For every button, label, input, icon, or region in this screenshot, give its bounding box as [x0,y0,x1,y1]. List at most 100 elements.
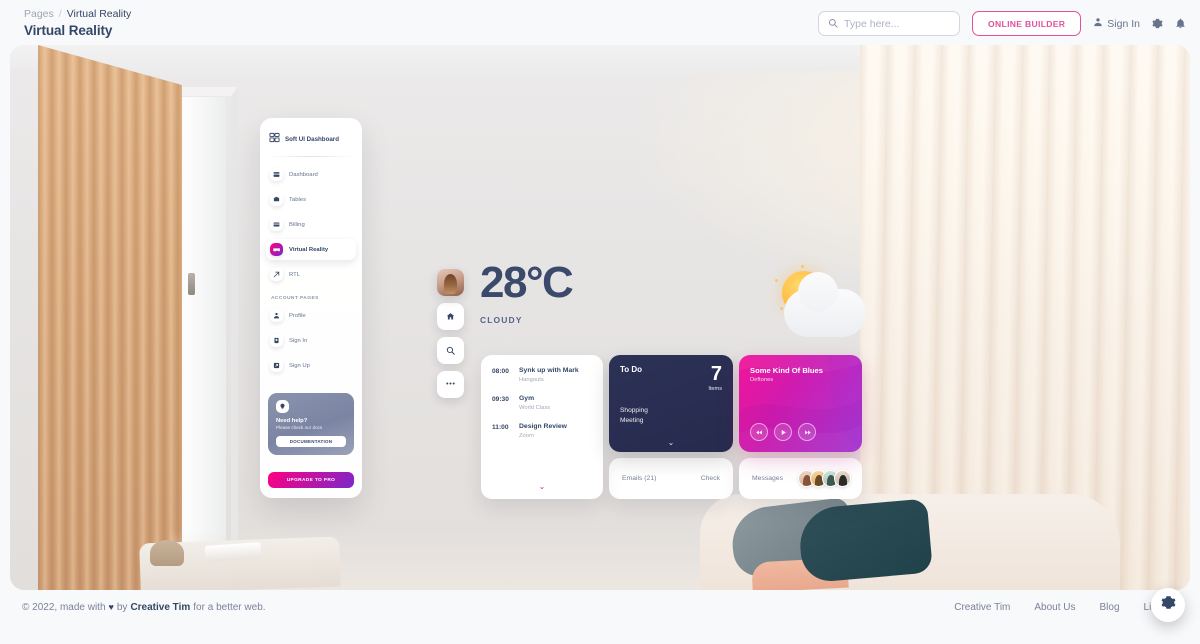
schedule-expand-chevron-down-icon[interactable]: ⌄ [481,482,603,491]
sidebar-label-virtual-reality: Virtual Reality [289,246,329,253]
sign-in-label: Sign In [1107,17,1140,30]
avatar[interactable] [437,269,464,296]
breadcrumb: Pages / Virtual Reality Virtual Reality [24,8,131,38]
footer-link-creative-tim[interactable]: Creative Tim [954,602,1010,613]
schedule-title: Gym [519,395,535,403]
sidebar-section-account-pages: ACCOUNT PAGES [271,296,319,301]
schedule-item[interactable]: 09:30 Gym World Class [492,395,593,411]
footer-by: by [116,601,128,613]
vr-scene-stage: Soft UI Dashboard Dashboard Tables Billi… [10,45,1190,590]
profile-icon [270,309,283,322]
avatar[interactable] [834,470,851,487]
rtl-icon [270,268,283,281]
sidebar-item-profile[interactable]: Profile [266,305,356,326]
prev-icon[interactable] [750,423,768,441]
footer: © 2022, made with ♥ by Creative Tim for … [0,590,1200,624]
music-track-title: Some Kind Of Blues [750,366,823,375]
billing-icon [270,218,283,231]
footer-copyright: © 2022, made with ♥ by Creative Tim for … [22,602,266,613]
signin-icon [270,334,283,347]
background-door-handle [188,273,195,295]
music-artist: Deftones [750,377,774,383]
user-icon [1093,17,1103,30]
schedule-item[interactable]: 11:00 Design Review Zoom [492,423,593,439]
vr-action-rail [437,269,464,398]
lightbulb-icon [276,400,289,413]
tables-icon [270,193,283,206]
todo-title: To Do [620,365,643,374]
sidebar-item-dashboard[interactable]: Dashboard [266,164,356,185]
search-icon [828,15,838,33]
todo-entry[interactable]: Shopping [620,406,722,416]
emails-card: Emails (21) Check [609,458,733,499]
schedule-title: Synk up with Mark [519,367,579,374]
top-navbar: Pages / Virtual Reality Virtual Reality … [0,0,1200,45]
schedule-time: 08:00 [492,368,509,375]
settings-fab-button[interactable] [1151,588,1185,622]
schedule-subtitle: Hangouts [519,377,544,384]
footer-copyright-prefix: © 2022, made with [22,601,106,613]
notifications-bell-icon[interactable] [1175,18,1186,29]
sidebar-item-billing[interactable]: Billing [266,214,356,235]
sidebar-item-virtual-reality[interactable]: Virtual Reality [266,239,356,260]
more-options-button[interactable] [437,371,464,398]
sidebar-item-rtl[interactable]: RTL [266,264,356,285]
sidebar-brand[interactable]: Soft UI Dashboard [260,128,362,156]
cloud-shape [784,272,866,337]
search-input[interactable] [844,17,951,30]
footer-links: Creative Tim About Us Blog License [954,602,1178,613]
sidebar-label-billing: Billing [289,221,305,228]
emails-check-link[interactable]: Check [701,475,720,482]
sidebar-item-tables[interactable]: Tables [266,189,356,210]
sidebar-label-profile: Profile [289,312,306,319]
schedule-time: 09:30 [492,396,509,404]
breadcrumb-root[interactable]: Pages [24,8,54,20]
footer-link-blog[interactable]: Blog [1100,602,1120,613]
todo-entry[interactable]: Meeting [620,416,722,426]
vr-widgets: 08:00 Synk up with Mark Hangouts 09:30 G… [481,355,862,499]
sidebar-divider [268,156,354,157]
sidebar-item-sign-in[interactable]: Sign In [266,330,356,351]
schedule-title: Design Review [519,423,567,431]
dashboard-icon [270,168,283,181]
breadcrumb-separator: / [58,8,62,20]
sidebar-label-sign-up: Sign Up [289,362,310,369]
weather-condition: CLOUDY [480,315,523,325]
search-button[interactable] [437,337,464,364]
footer-brand-link[interactable]: Creative Tim [130,602,190,613]
ellipsis-icon [445,376,456,394]
sidebar-brand-label: Soft UI Dashboard [285,135,339,143]
messages-label: Messages [752,475,783,482]
schedule-subtitle: Zoom [519,433,534,440]
schedule-item[interactable]: 08:00 Synk up with Mark Hangouts [492,367,593,383]
online-builder-button[interactable]: ONLINE BUILDER [972,11,1082,36]
breadcrumb-current: Virtual Reality [66,8,132,20]
home-button[interactable] [437,303,464,330]
page-title: Virtual Reality [24,23,113,38]
gear-icon [1161,595,1176,615]
signup-icon [270,359,283,372]
next-icon[interactable] [798,423,816,441]
messages-avatar-group[interactable] [798,470,851,487]
todo-card: To Do 7 Items Shopping Meeting ⌄ [609,355,733,452]
todo-count-unit: Items [708,386,722,392]
weather-widget: 28°C CLOUDY [480,261,574,326]
sign-in-link[interactable]: Sign In [1093,17,1140,30]
todo-expand-chevron-down-icon[interactable]: ⌄ [609,438,733,447]
footer-link-about-us[interactable]: About Us [1034,602,1075,613]
vr-sidebar: Soft UI Dashboard Dashboard Tables Billi… [260,118,362,498]
music-column: Some Kind Of Blues Deftones Messages [739,355,862,499]
schedule-time: 11:00 [492,424,509,432]
heart-icon: ♥ [108,602,114,612]
upgrade-to-pro-button[interactable]: UPGRADE TO PRO [268,472,354,488]
play-icon[interactable] [774,423,792,441]
settings-gear-icon[interactable] [1152,18,1163,29]
sidebar-label-sign-in: Sign In [289,337,308,344]
sidebar-item-sign-up[interactable]: Sign Up [266,355,356,376]
search-box[interactable] [818,11,961,36]
search-icon [446,342,455,360]
help-subtitle: Please check our docs [276,425,323,430]
documentation-button[interactable]: DOCUMENTATION [276,435,346,447]
footer-suffix: for a better web. [193,601,266,613]
todo-column: To Do 7 Items Shopping Meeting ⌄ Emails … [609,355,733,499]
